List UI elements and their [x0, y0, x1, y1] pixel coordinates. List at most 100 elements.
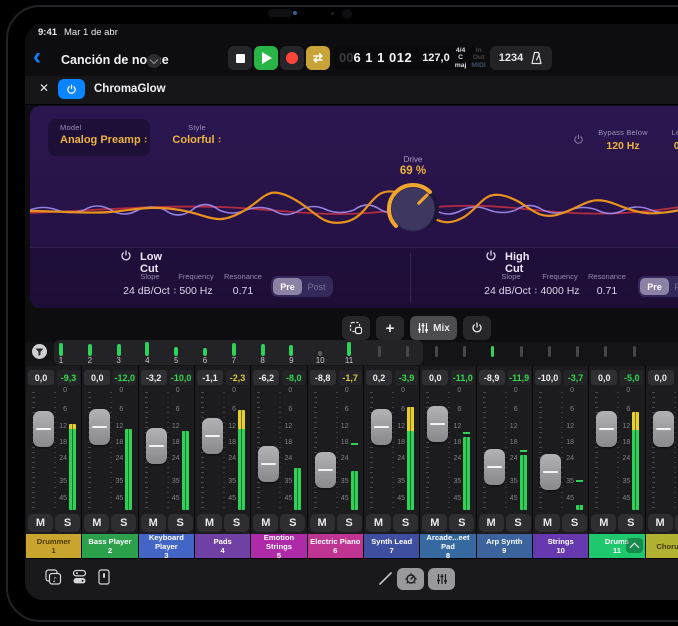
lcd-display[interactable]: 006 1 1 012 127,0 4/4C maj In OutMIDI [334, 46, 480, 70]
volume-readout[interactable]: 0,0 [648, 370, 674, 385]
channel-number[interactable]: 1 [51, 356, 71, 365]
volume-fader[interactable] [202, 418, 223, 454]
mixer-view-button[interactable] [428, 568, 455, 590]
solo-button[interactable]: S [562, 514, 587, 532]
solo-button[interactable]: S [224, 514, 249, 532]
solo-button[interactable]: S [337, 514, 362, 532]
style-select[interactable]: Style Colorful [152, 123, 242, 146]
back-button[interactable] [33, 44, 41, 70]
track-name-band[interactable]: Strings 10 [533, 534, 588, 558]
song-menu-button[interactable] [147, 54, 161, 68]
volume-readout[interactable]: -1,1 [197, 370, 223, 385]
volume-readout[interactable]: -6,2 [253, 370, 279, 385]
post-option[interactable]: Post [302, 278, 331, 295]
loop-browser-button[interactable]: ♪ [45, 569, 62, 585]
track-name-band[interactable]: Bass Player 2 [82, 534, 137, 558]
channel-number[interactable]: 8 [253, 356, 273, 365]
track-name-band[interactable]: Drums 11 [589, 534, 644, 558]
mix-button[interactable]: Mix [410, 316, 457, 340]
mute-button[interactable]: M [84, 514, 109, 532]
solo-button[interactable]: S [280, 514, 305, 532]
volume-readout[interactable]: -8,8 [310, 370, 336, 385]
plugins-button[interactable] [72, 569, 87, 585]
filter-icon[interactable] [31, 343, 48, 360]
volume-readout[interactable]: -8,9 [479, 370, 505, 385]
volume-readout[interactable]: -3,2 [141, 370, 167, 385]
mute-button[interactable]: M [253, 514, 278, 532]
channel-number[interactable]: 6 [195, 356, 215, 365]
post-option[interactable]: Post [669, 278, 678, 295]
volume-fader[interactable] [484, 449, 505, 485]
low-cut-resonance[interactable]: Resonance 0.71 [220, 272, 266, 297]
mute-button[interactable]: M [479, 514, 504, 532]
volume-fader[interactable] [258, 446, 279, 482]
high-cut-pre-post[interactable]: Pre Post [638, 276, 678, 297]
channel-number[interactable]: 5 [166, 356, 186, 365]
channel-number[interactable]: 2 [80, 356, 100, 365]
high-cut-frequency[interactable]: Frequency 4000 Hz [536, 272, 584, 297]
marquee-select-button[interactable] [342, 316, 370, 340]
track-name-band[interactable]: Electric Piano 6 [308, 534, 363, 558]
volume-readout[interactable]: 0,0 [28, 370, 54, 385]
volume-readout[interactable]: 0,0 [84, 370, 110, 385]
volume-fader[interactable] [89, 409, 110, 445]
model-select[interactable]: Model Analog Preamp [48, 119, 150, 156]
mute-button[interactable]: M [535, 514, 560, 532]
track-name-band[interactable]: Synth Lead 7 [364, 534, 419, 558]
drive-knob[interactable] [381, 177, 445, 241]
close-plugin-button[interactable] [39, 81, 49, 95]
keyboard-button[interactable] [98, 569, 110, 585]
low-cut-pre-post[interactable]: Pre Post [271, 276, 333, 297]
volume-fader[interactable] [315, 452, 336, 488]
count-in-label[interactable]: 1234 [499, 52, 523, 64]
mixer-power-button[interactable] [463, 316, 491, 340]
stop-button[interactable] [228, 46, 252, 70]
track-name-band[interactable]: Arcade...eet Pad 8 [420, 534, 475, 558]
metronome-icon[interactable] [530, 51, 543, 65]
solo-button[interactable]: S [55, 514, 80, 532]
high-cut-power-icon[interactable] [485, 250, 497, 262]
volume-fader[interactable] [540, 454, 561, 490]
low-cut-power-icon[interactable] [120, 250, 132, 262]
channel-number[interactable]: 4 [137, 356, 157, 365]
solo-button[interactable]: S [449, 514, 474, 532]
volume-fader[interactable] [596, 411, 617, 447]
track-name-band[interactable]: Pads 4 [195, 534, 250, 558]
level-control[interactable]: Level 0.0 [646, 128, 678, 152]
solo-button[interactable]: S [506, 514, 531, 532]
solo-button[interactable]: S [618, 514, 643, 532]
volume-fader[interactable] [146, 428, 167, 464]
mute-button[interactable]: M [197, 514, 222, 532]
pre-option[interactable]: Pre [273, 278, 302, 295]
record-button[interactable] [280, 46, 304, 70]
solo-button[interactable]: S [675, 514, 678, 532]
channel-number[interactable]: 11 [339, 356, 359, 365]
pre-option[interactable]: Pre [640, 278, 669, 295]
mute-button[interactable]: M [591, 514, 616, 532]
mute-button[interactable]: M [648, 514, 673, 532]
channel-number[interactable]: 9 [281, 356, 301, 365]
mute-button[interactable]: M [422, 514, 447, 532]
high-cut-resonance[interactable]: Resonance 0.71 [584, 272, 630, 297]
mute-button[interactable]: M [310, 514, 335, 532]
pencil-tool[interactable] [378, 571, 393, 586]
low-cut-frequency[interactable]: Frequency 500 Hz [173, 272, 219, 297]
add-track-button[interactable]: + [376, 316, 404, 340]
volume-readout[interactable]: 0,0 [422, 370, 448, 385]
play-button[interactable] [254, 46, 278, 70]
channel-number[interactable]: 7 [224, 356, 244, 365]
mute-button[interactable]: M [141, 514, 166, 532]
smart-controls-button[interactable] [397, 568, 424, 590]
mixer-overview-row[interactable]: 1 2 3 4 5 6 7 8 9 10 11 [25, 342, 678, 366]
solo-button[interactable]: S [168, 514, 193, 532]
mute-button[interactable]: M [28, 514, 53, 532]
volume-fader[interactable] [653, 411, 674, 447]
low-cut-slope[interactable]: Slope 24 dB/Oct [122, 272, 178, 297]
channel-number[interactable]: 3 [109, 356, 129, 365]
volume-readout[interactable]: -10,0 [535, 370, 561, 385]
chevron-up-icon[interactable] [626, 538, 643, 553]
count-in-group[interactable]: 1234 [490, 46, 552, 70]
solo-button[interactable]: S [393, 514, 418, 532]
high-cut-slope[interactable]: Slope 24 dB/Oct [483, 272, 539, 297]
volume-readout[interactable]: 0,2 [366, 370, 392, 385]
